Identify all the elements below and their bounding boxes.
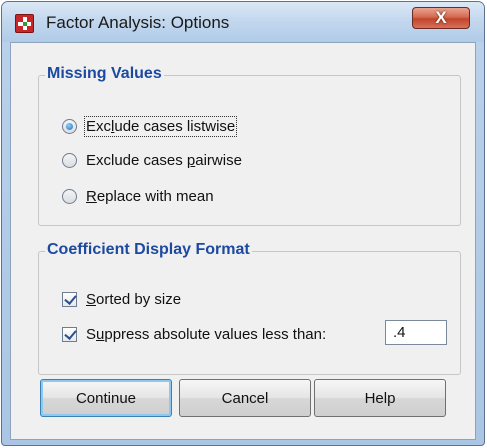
replace-with-mean-radio[interactable]: Replace with mean xyxy=(62,188,214,205)
coefficient-display-legend: Coefficient Display Format xyxy=(45,241,252,259)
dialog-client-area: Missing Values Exclude cases listwise Ex… xyxy=(10,42,476,440)
exclude-pairwise-radio[interactable]: Exclude cases pairwise xyxy=(62,152,242,169)
sorted-by-size-label: Sorted by size xyxy=(86,291,182,308)
sorted-by-size-checkbox[interactable]: Sorted by size xyxy=(62,291,181,308)
checkbox-checked-icon[interactable] xyxy=(62,292,77,307)
window-title: Factor Analysis: Options xyxy=(46,13,230,32)
coefficient-display-group: Coefficient Display Format xyxy=(38,241,461,375)
suppress-values-label: Suppress absolute values less than: xyxy=(86,326,327,343)
radio-unselected-icon[interactable] xyxy=(62,153,77,168)
replace-with-mean-label: Replace with mean xyxy=(86,188,214,205)
close-button[interactable]: X xyxy=(412,7,470,29)
help-button[interactable]: Help xyxy=(314,379,446,417)
suppress-threshold-input[interactable] xyxy=(385,320,447,345)
factor-analysis-options-dialog: Factor Analysis: Options X Missing Value… xyxy=(1,1,485,446)
exclude-listwise-radio[interactable]: Exclude cases listwise xyxy=(62,116,238,137)
exclude-pairwise-label: Exclude cases pairwise xyxy=(86,152,242,169)
title-bar[interactable]: Factor Analysis: Options X xyxy=(2,2,484,42)
cancel-button[interactable]: Cancel xyxy=(179,379,311,417)
exclude-listwise-label: Exclude cases listwise xyxy=(83,116,238,137)
radio-selected-icon[interactable] xyxy=(62,119,77,134)
suppress-values-checkbox[interactable]: Suppress absolute values less than: xyxy=(62,326,326,343)
checkbox-checked-icon[interactable] xyxy=(62,327,77,342)
continue-button[interactable]: Continue xyxy=(40,379,172,417)
radio-unselected-icon[interactable] xyxy=(62,189,77,204)
app-icon xyxy=(15,14,34,33)
missing-values-legend: Missing Values xyxy=(45,65,164,83)
